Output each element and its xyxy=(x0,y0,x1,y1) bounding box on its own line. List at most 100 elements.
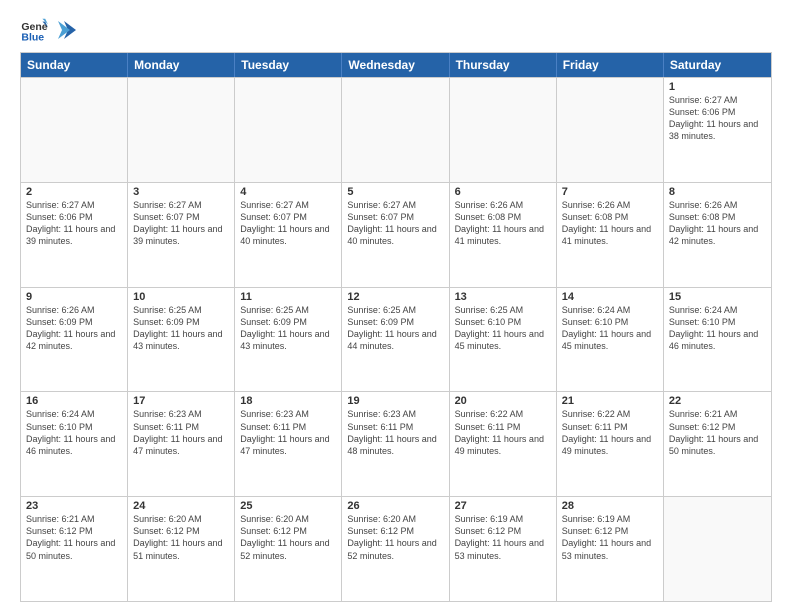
day-cell-10: 10Sunrise: 6:25 AM Sunset: 6:09 PM Dayli… xyxy=(128,288,235,392)
day-info: Sunrise: 6:27 AM Sunset: 6:07 PM Dayligh… xyxy=(133,199,229,248)
header-day-friday: Friday xyxy=(557,53,664,77)
day-number: 3 xyxy=(133,186,229,198)
day-info: Sunrise: 6:19 AM Sunset: 6:12 PM Dayligh… xyxy=(562,513,658,562)
day-number: 27 xyxy=(455,500,551,512)
day-cell-24: 24Sunrise: 6:20 AM Sunset: 6:12 PM Dayli… xyxy=(128,497,235,601)
week-row-5: 23Sunrise: 6:21 AM Sunset: 6:12 PM Dayli… xyxy=(21,496,771,601)
day-info: Sunrise: 6:20 AM Sunset: 6:12 PM Dayligh… xyxy=(133,513,229,562)
header-day-tuesday: Tuesday xyxy=(235,53,342,77)
day-cell-1: 1Sunrise: 6:27 AM Sunset: 6:06 PM Daylig… xyxy=(664,78,771,182)
day-info: Sunrise: 6:22 AM Sunset: 6:11 PM Dayligh… xyxy=(562,408,658,457)
day-number: 12 xyxy=(347,291,443,303)
day-info: Sunrise: 6:23 AM Sunset: 6:11 PM Dayligh… xyxy=(133,408,229,457)
empty-cell xyxy=(342,78,449,182)
svg-text:Blue: Blue xyxy=(21,32,44,44)
day-cell-12: 12Sunrise: 6:25 AM Sunset: 6:09 PM Dayli… xyxy=(342,288,449,392)
day-cell-27: 27Sunrise: 6:19 AM Sunset: 6:12 PM Dayli… xyxy=(450,497,557,601)
day-info: Sunrise: 6:27 AM Sunset: 6:06 PM Dayligh… xyxy=(26,199,122,248)
calendar-body: 1Sunrise: 6:27 AM Sunset: 6:06 PM Daylig… xyxy=(21,77,771,601)
day-cell-11: 11Sunrise: 6:25 AM Sunset: 6:09 PM Dayli… xyxy=(235,288,342,392)
calendar-header: SundayMondayTuesdayWednesdayThursdayFrid… xyxy=(21,53,771,77)
day-number: 15 xyxy=(669,291,766,303)
day-cell-3: 3Sunrise: 6:27 AM Sunset: 6:07 PM Daylig… xyxy=(128,183,235,287)
day-number: 2 xyxy=(26,186,122,198)
day-cell-15: 15Sunrise: 6:24 AM Sunset: 6:10 PM Dayli… xyxy=(664,288,771,392)
day-number: 1 xyxy=(669,81,766,93)
day-cell-13: 13Sunrise: 6:25 AM Sunset: 6:10 PM Dayli… xyxy=(450,288,557,392)
day-info: Sunrise: 6:27 AM Sunset: 6:07 PM Dayligh… xyxy=(240,199,336,248)
empty-cell xyxy=(21,78,128,182)
day-number: 23 xyxy=(26,500,122,512)
day-cell-28: 28Sunrise: 6:19 AM Sunset: 6:12 PM Dayli… xyxy=(557,497,664,601)
day-info: Sunrise: 6:27 AM Sunset: 6:07 PM Dayligh… xyxy=(347,199,443,248)
day-info: Sunrise: 6:24 AM Sunset: 6:10 PM Dayligh… xyxy=(562,304,658,353)
header-day-saturday: Saturday xyxy=(664,53,771,77)
day-cell-5: 5Sunrise: 6:27 AM Sunset: 6:07 PM Daylig… xyxy=(342,183,449,287)
day-info: Sunrise: 6:23 AM Sunset: 6:11 PM Dayligh… xyxy=(347,408,443,457)
day-info: Sunrise: 6:25 AM Sunset: 6:10 PM Dayligh… xyxy=(455,304,551,353)
day-info: Sunrise: 6:25 AM Sunset: 6:09 PM Dayligh… xyxy=(133,304,229,353)
week-row-3: 9Sunrise: 6:26 AM Sunset: 6:09 PM Daylig… xyxy=(21,287,771,392)
day-number: 24 xyxy=(133,500,229,512)
empty-cell xyxy=(128,78,235,182)
day-number: 28 xyxy=(562,500,658,512)
day-number: 22 xyxy=(669,395,766,407)
day-cell-9: 9Sunrise: 6:26 AM Sunset: 6:09 PM Daylig… xyxy=(21,288,128,392)
logo: General Blue xyxy=(20,16,78,44)
day-info: Sunrise: 6:20 AM Sunset: 6:12 PM Dayligh… xyxy=(240,513,336,562)
day-number: 18 xyxy=(240,395,336,407)
day-number: 25 xyxy=(240,500,336,512)
day-cell-25: 25Sunrise: 6:20 AM Sunset: 6:12 PM Dayli… xyxy=(235,497,342,601)
week-row-4: 16Sunrise: 6:24 AM Sunset: 6:10 PM Dayli… xyxy=(21,391,771,496)
week-row-2: 2Sunrise: 6:27 AM Sunset: 6:06 PM Daylig… xyxy=(21,182,771,287)
day-number: 8 xyxy=(669,186,766,198)
day-cell-22: 22Sunrise: 6:21 AM Sunset: 6:12 PM Dayli… xyxy=(664,392,771,496)
day-info: Sunrise: 6:19 AM Sunset: 6:12 PM Dayligh… xyxy=(455,513,551,562)
day-cell-7: 7Sunrise: 6:26 AM Sunset: 6:08 PM Daylig… xyxy=(557,183,664,287)
header-day-wednesday: Wednesday xyxy=(342,53,449,77)
day-number: 10 xyxy=(133,291,229,303)
day-number: 6 xyxy=(455,186,551,198)
empty-cell xyxy=(235,78,342,182)
day-number: 14 xyxy=(562,291,658,303)
day-number: 17 xyxy=(133,395,229,407)
day-info: Sunrise: 6:25 AM Sunset: 6:09 PM Dayligh… xyxy=(240,304,336,353)
day-cell-16: 16Sunrise: 6:24 AM Sunset: 6:10 PM Dayli… xyxy=(21,392,128,496)
day-cell-18: 18Sunrise: 6:23 AM Sunset: 6:11 PM Dayli… xyxy=(235,392,342,496)
day-info: Sunrise: 6:23 AM Sunset: 6:11 PM Dayligh… xyxy=(240,408,336,457)
week-row-1: 1Sunrise: 6:27 AM Sunset: 6:06 PM Daylig… xyxy=(21,77,771,182)
day-cell-4: 4Sunrise: 6:27 AM Sunset: 6:07 PM Daylig… xyxy=(235,183,342,287)
day-cell-23: 23Sunrise: 6:21 AM Sunset: 6:12 PM Dayli… xyxy=(21,497,128,601)
header-day-thursday: Thursday xyxy=(450,53,557,77)
day-info: Sunrise: 6:21 AM Sunset: 6:12 PM Dayligh… xyxy=(26,513,122,562)
day-cell-14: 14Sunrise: 6:24 AM Sunset: 6:10 PM Dayli… xyxy=(557,288,664,392)
day-cell-17: 17Sunrise: 6:23 AM Sunset: 6:11 PM Dayli… xyxy=(128,392,235,496)
empty-cell xyxy=(450,78,557,182)
day-number: 19 xyxy=(347,395,443,407)
day-info: Sunrise: 6:20 AM Sunset: 6:12 PM Dayligh… xyxy=(347,513,443,562)
empty-cell xyxy=(557,78,664,182)
day-info: Sunrise: 6:24 AM Sunset: 6:10 PM Dayligh… xyxy=(26,408,122,457)
day-cell-26: 26Sunrise: 6:20 AM Sunset: 6:12 PM Dayli… xyxy=(342,497,449,601)
day-info: Sunrise: 6:26 AM Sunset: 6:08 PM Dayligh… xyxy=(562,199,658,248)
day-number: 11 xyxy=(240,291,336,303)
day-info: Sunrise: 6:26 AM Sunset: 6:08 PM Dayligh… xyxy=(455,199,551,248)
day-info: Sunrise: 6:25 AM Sunset: 6:09 PM Dayligh… xyxy=(347,304,443,353)
header: General Blue xyxy=(20,16,772,44)
day-info: Sunrise: 6:22 AM Sunset: 6:11 PM Dayligh… xyxy=(455,408,551,457)
logo-arrow-icon xyxy=(56,19,78,41)
day-number: 5 xyxy=(347,186,443,198)
day-info: Sunrise: 6:27 AM Sunset: 6:06 PM Dayligh… xyxy=(669,94,766,143)
day-cell-20: 20Sunrise: 6:22 AM Sunset: 6:11 PM Dayli… xyxy=(450,392,557,496)
day-number: 4 xyxy=(240,186,336,198)
day-cell-6: 6Sunrise: 6:26 AM Sunset: 6:08 PM Daylig… xyxy=(450,183,557,287)
day-cell-19: 19Sunrise: 6:23 AM Sunset: 6:11 PM Dayli… xyxy=(342,392,449,496)
day-number: 7 xyxy=(562,186,658,198)
day-info: Sunrise: 6:26 AM Sunset: 6:09 PM Dayligh… xyxy=(26,304,122,353)
day-info: Sunrise: 6:26 AM Sunset: 6:08 PM Dayligh… xyxy=(669,199,766,248)
day-number: 26 xyxy=(347,500,443,512)
day-info: Sunrise: 6:21 AM Sunset: 6:12 PM Dayligh… xyxy=(669,408,766,457)
header-day-sunday: Sunday xyxy=(21,53,128,77)
day-number: 16 xyxy=(26,395,122,407)
day-number: 20 xyxy=(455,395,551,407)
